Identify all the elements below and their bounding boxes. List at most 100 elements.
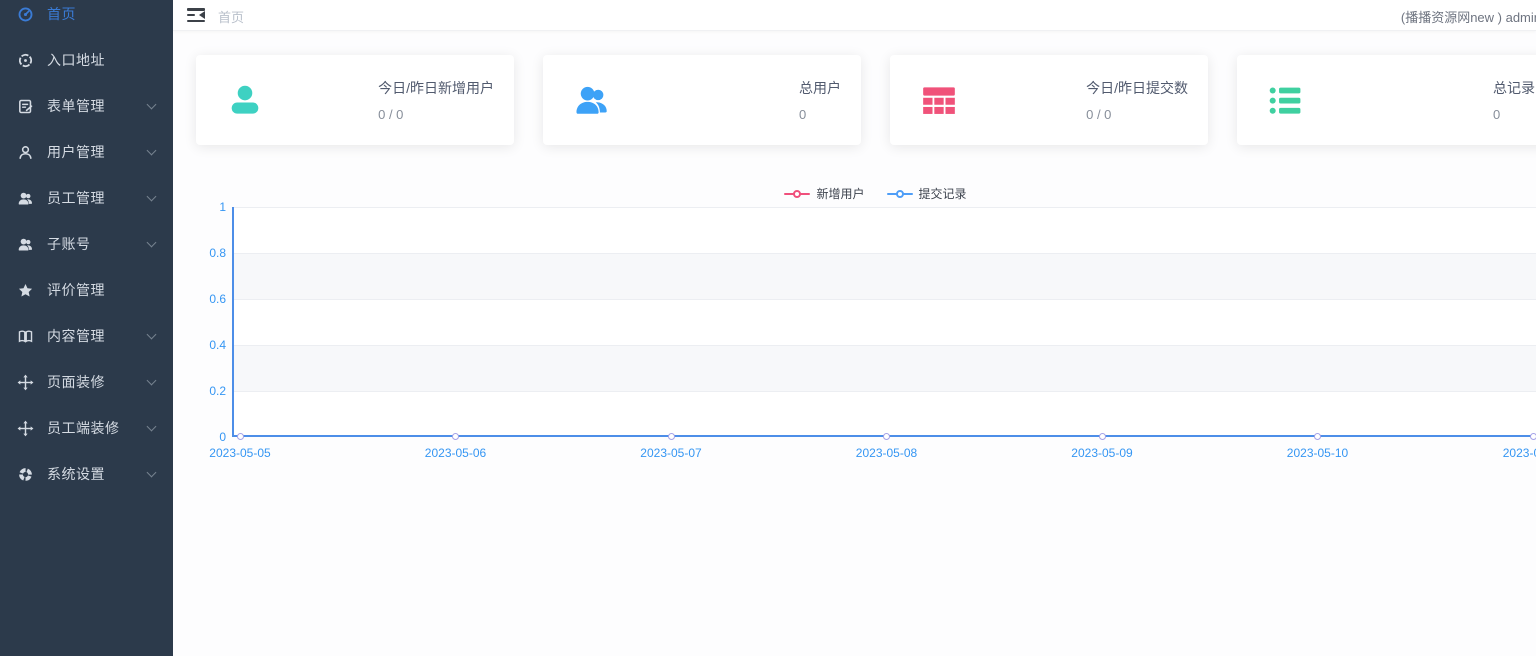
x-axis-tick-label: 2023-05-06 — [411, 446, 501, 460]
y-axis-tick-label: 0 — [196, 431, 226, 443]
collapse-icon-bar — [187, 14, 195, 17]
content: 今日/昨日新增用户0 / 0总用户0今日/昨日提交数0 / 0总记录0 新增用户… — [173, 0, 1536, 480]
x-axis-tick-label: 2023-05-07 — [626, 446, 716, 460]
sidebar-item-label: 首页 — [47, 4, 76, 24]
sidebar-item-9[interactable]: 员工端装修 — [0, 405, 173, 451]
chevron-down-icon — [147, 238, 157, 248]
admin-dashboard-page: { "topbar": { "breadcrumb": "首页", "user_… — [0, 0, 1536, 656]
chevron-down-icon — [147, 422, 157, 432]
sidebar-item-label: 员工管理 — [47, 188, 105, 208]
sidebar-collapse-icon[interactable] — [187, 8, 205, 22]
chart-split-area — [233, 391, 1536, 437]
chevron-down-icon — [147, 192, 157, 202]
sidebar-item-label: 子账号 — [47, 234, 91, 254]
data-point-marker — [452, 433, 459, 440]
dashboard-icon — [17, 6, 34, 23]
sidebar-item-label: 评价管理 — [47, 280, 105, 300]
stat-card-value: 0 — [1493, 107, 1535, 122]
sidebar-item-5[interactable]: 子账号 — [0, 221, 173, 267]
x-axis-tick-label: 2023-05-05 — [195, 446, 285, 460]
stat-card-value: 0 / 0 — [378, 107, 494, 122]
stat-card-text: 今日/昨日新增用户0 / 0 — [378, 78, 494, 122]
legend-marker-circle — [793, 190, 801, 198]
star-icon — [17, 282, 34, 299]
chart-gridline — [233, 391, 1536, 392]
sidebar-item-1[interactable]: 入口地址 — [0, 37, 173, 83]
stat-card-text: 今日/昨日提交数0 / 0 — [1086, 78, 1188, 122]
stat-card-0: 今日/昨日新增用户0 / 0 — [196, 55, 514, 145]
main-area: 首页 (播播资源网new ) admin 今日/昨日新增用户0 / 0 总用户 0 今… — [173, 0, 1536, 656]
sidebar-item-0[interactable]: 首页 — [0, 0, 173, 37]
chevron-down-icon — [147, 100, 157, 110]
x-axis-tick-label: 2023-05-08 — [842, 446, 932, 460]
sidebar-item-3[interactable]: 用户管理 — [0, 129, 173, 175]
sidebar-item-2[interactable]: 表单管理 — [0, 83, 173, 129]
subaccount-users-icon — [17, 236, 34, 253]
sidebar-item-label: 页面装修 — [47, 372, 105, 392]
data-point-marker — [1314, 433, 1321, 440]
sidebar-item-label: 系统设置 — [47, 464, 105, 484]
stat-card-2: 今日/昨日提交数0 / 0 — [890, 55, 1208, 145]
stat-cards-row: 今日/昨日新增用户0 / 0总用户0今日/昨日提交数0 / 0总记录0 — [196, 55, 1536, 145]
collapse-icon-arrow — [199, 11, 205, 19]
chart-gridline — [233, 345, 1536, 346]
legend-item-1[interactable]: 提交记录 — [887, 185, 967, 202]
stat-card-value: 0 — [799, 107, 841, 122]
form-icon — [17, 98, 34, 115]
stat-card-title: 总记录 — [1493, 78, 1535, 98]
sidebar-item-label: 表单管理 — [47, 96, 105, 116]
list-icon — [1267, 81, 1305, 119]
chart-gridline — [233, 299, 1536, 300]
y-axis-tick-label: 1 — [196, 201, 226, 213]
sidebar-item-4[interactable]: 员工管理 — [0, 175, 173, 221]
people-icon — [573, 81, 611, 119]
topbar: 首页 (播播资源网new ) admin — [173, 0, 1536, 31]
data-point-marker — [237, 433, 244, 440]
user-info[interactable]: (播播资源网new ) admin — [1401, 7, 1536, 26]
move-icon — [17, 420, 34, 437]
legend-marker — [784, 190, 810, 198]
y-axis-tick-label: 0.4 — [196, 339, 226, 351]
breadcrumb[interactable]: 首页 — [218, 7, 244, 26]
y-axis-tick-label: 0.2 — [196, 385, 226, 397]
data-point-marker — [668, 433, 675, 440]
staff-users-icon — [17, 190, 34, 207]
chart-gridline — [233, 207, 1536, 208]
stat-card-title: 今日/昨日提交数 — [1086, 78, 1188, 98]
chart-split-area — [233, 299, 1536, 345]
y-axis-tick-label: 0.6 — [196, 293, 226, 305]
sidebar-item-label: 内容管理 — [47, 326, 105, 346]
y-axis-line — [232, 207, 234, 437]
chart-gridline — [233, 253, 1536, 254]
legend-marker — [887, 190, 913, 198]
stat-card-3: 总记录 0 — [1237, 55, 1536, 145]
data-point-marker — [883, 433, 890, 440]
chart-split-area — [233, 345, 1536, 391]
sidebar-item-10[interactable]: 系统设置 — [0, 451, 173, 497]
legend-item-0[interactable]: 新增用户 — [784, 185, 864, 202]
sidebar-item-7[interactable]: 内容管理 — [0, 313, 173, 359]
settings-icon — [17, 466, 34, 483]
sidebar: 首页入口地址表单管理用户管理员工管理子账号评价管理内容管理页面装修员工端装修系统… — [0, 0, 173, 656]
legend-label: 新增用户 — [816, 185, 864, 202]
chevron-down-icon — [147, 468, 157, 478]
stat-card-1: 总用户 0 — [543, 55, 861, 145]
legend-label: 提交记录 — [919, 185, 967, 202]
legend-marker-circle — [896, 190, 904, 198]
sidebar-item-label: 入口地址 — [47, 50, 105, 70]
table-icon — [920, 81, 958, 119]
x-axis-tick-label: 2023-05-11 — [1488, 446, 1536, 460]
line-chart: 新增用户提交记录00.20.40.60.812023-05-052023-05-… — [196, 180, 1536, 480]
chevron-down-icon — [147, 146, 157, 156]
sidebar-item-label: 用户管理 — [47, 142, 105, 162]
chart-legend: 新增用户 提交记录 — [196, 185, 1536, 202]
chevron-down-icon — [147, 330, 157, 340]
collapse-icon-bar — [187, 20, 205, 23]
stat-card-text: 总记录 0 — [1493, 78, 1535, 122]
stat-card-title: 总用户 — [799, 78, 841, 98]
sidebar-item-8[interactable]: 页面装修 — [0, 359, 173, 405]
sidebar-item-6[interactable]: 评价管理 — [0, 267, 173, 313]
x-axis-tick-label: 2023-05-10 — [1273, 446, 1363, 460]
entry-target-icon — [17, 52, 34, 69]
sidebar-menu: 首页入口地址表单管理用户管理员工管理子账号评价管理内容管理页面装修员工端装修系统… — [0, 0, 173, 497]
